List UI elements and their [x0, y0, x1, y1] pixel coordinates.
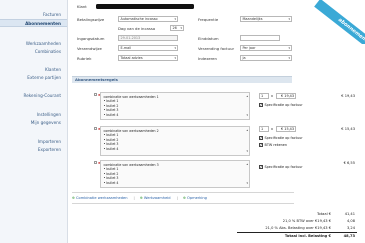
verzendwijze-select[interactable]: E-mail ▾	[118, 45, 178, 51]
line-2-x: x	[271, 127, 274, 131]
chevron-down-icon: ▾	[174, 46, 176, 50]
verzendwijze-label: Verzendwijze	[77, 46, 102, 51]
line-3-spec-checkbox[interactable]: Specificatie op factuur	[259, 164, 303, 169]
line-2-bullet: • bullet 4	[103, 146, 119, 151]
abonnementsregels-header: Abonnementsregels	[72, 76, 292, 83]
sidebar-item-abonnementen[interactable]: Abonnementen	[0, 19, 67, 27]
sidebar-item-importeren[interactable]: Importeren	[38, 139, 61, 144]
drag-handle-icon[interactable]	[94, 161, 97, 164]
add-opmerking-link[interactable]: Opmerking	[187, 196, 207, 200]
scrollbar[interactable]: ▴ ▾	[244, 162, 248, 186]
line-2-amount: € 15,43	[341, 127, 355, 131]
totaal-row: Totaal €41,41	[316, 212, 355, 216]
line-1-text[interactable]: combinatie van werkzaamheden 1 • bullet …	[100, 92, 250, 120]
line-1-price[interactable]: € 19,43	[276, 93, 296, 99]
plus-icon: ⊕	[139, 196, 143, 200]
verzending-factuur-select[interactable]: Per jaar ▾	[240, 45, 292, 51]
sidebar-item-exporteren[interactable]: Exporteren	[38, 147, 61, 152]
chevron-down-icon: ▾	[288, 46, 290, 50]
indexeren-label: Indexeren	[198, 56, 217, 61]
line-2-text[interactable]: combinatie van werkzaamheden 2 • bullet …	[100, 126, 250, 156]
verzending-factuur-label: Verzending factuur	[198, 46, 235, 51]
chevron-down-icon: ▾	[246, 181, 248, 186]
scrollbar[interactable]: ▴ ▾	[244, 128, 248, 154]
dag-label: Dag van de incasso	[118, 26, 156, 31]
chevron-down-icon: ▾	[180, 26, 182, 30]
line-1-bullet: • bullet 4	[103, 112, 119, 117]
divider	[72, 203, 294, 204]
total-rule	[237, 232, 357, 233]
sidebar-item-rekening-courant[interactable]: Rekening-Courant	[23, 93, 61, 98]
add-combinatie-link[interactable]: Combinatie werkzaamheden	[76, 196, 128, 200]
chevron-down-icon: ▾	[174, 17, 176, 21]
chevron-down-icon: ▾	[288, 17, 290, 21]
line-2-price[interactable]: € 15,43	[276, 126, 296, 132]
betalingswijze-select[interactable]: Automatische incasso ▾	[118, 16, 178, 22]
indexeren-select[interactable]: Ja ▾	[240, 55, 292, 61]
chevron-up-icon: ▴	[246, 94, 248, 98]
separator: |	[176, 196, 178, 200]
line-1-amount: € 19,43	[341, 94, 355, 98]
frequentie-select[interactable]: Maandelijks ▾	[240, 16, 292, 22]
line-2-spec-checkbox[interactable]: Specificatie op factuur	[259, 135, 303, 140]
sidebar-item-klanten[interactable]: Klanten	[45, 67, 61, 72]
chevron-down-icon: ▾	[288, 56, 290, 60]
sidebar-item-facturen[interactable]: Facturen	[43, 12, 61, 17]
einddatum-field[interactable]	[240, 35, 280, 41]
drag-handle-icon[interactable]	[94, 127, 97, 130]
line-3-text[interactable]: combinatie van werkzaamheden 3 • bullet …	[100, 160, 250, 188]
line-2-btw-checkbox[interactable]: BTW rekenen	[259, 142, 287, 147]
chevron-up-icon: ▴	[246, 128, 248, 132]
line-2-quantity[interactable]: 1	[259, 126, 269, 132]
checkbox-checked-icon	[259, 135, 263, 140]
frequentie-label: Frequentie	[198, 17, 219, 22]
plus-icon: ⊕	[72, 196, 76, 200]
rubriek-select[interactable]: Totaal advies ▾	[118, 55, 178, 61]
add-werkzaamheid-link[interactable]: Werkzaamheid	[144, 196, 171, 200]
ribbon: abonnement	[305, 0, 365, 44]
checkbox-checked-icon	[259, 102, 263, 107]
plus-icon: ⊕	[182, 196, 186, 200]
abs-belasting-row: 21,0 % Abs. Belasting over €19,43 €3,24	[265, 226, 355, 230]
sidebar-item-externe-partijen[interactable]: Externe partijen	[27, 75, 61, 80]
chevron-down-icon: ▾	[246, 149, 248, 154]
line-3-amount: € 6,55	[343, 161, 355, 165]
scrollbar[interactable]: ▴ ▾	[244, 94, 248, 118]
chevron-down-icon: ▾	[246, 113, 248, 118]
sidebar-item-werkzaamheden[interactable]: Werkzaamheden	[26, 41, 61, 46]
ingangsdatum-label: Ingangsdatum	[77, 36, 105, 41]
line-1-quantity[interactable]: 1	[259, 93, 269, 99]
chevron-up-icon: ▴	[246, 162, 248, 166]
dag-select[interactable]: 26 ▾	[170, 25, 184, 31]
sidebar-item-instellingen[interactable]: Instellingen	[37, 112, 61, 117]
ingangsdatum-field[interactable]: 29-01-2013	[118, 35, 178, 41]
ribbon-label: abonnement	[314, 0, 365, 44]
line-3-bullet: • bullet 4	[103, 180, 119, 185]
checkbox-checked-icon	[259, 142, 263, 147]
totaal-incl-row: Totaal incl. Belasting €48,73	[284, 234, 355, 238]
einddatum-label: Einddatum	[198, 36, 219, 41]
separator: |	[133, 196, 135, 200]
betalingswijze-label: Betalingswijze	[77, 17, 105, 22]
klant-label: Klant	[77, 4, 87, 9]
sidebar-item-mijn-gegevens[interactable]: Mijn gegevens	[31, 120, 61, 125]
add-links: ⊕Combinatie werkzaamheden | ⊕Werkzaamheid…	[72, 196, 213, 200]
checkbox-checked-icon	[259, 164, 263, 169]
line-1-spec-checkbox[interactable]: Specificatie op factuur	[259, 102, 303, 107]
klant-name-redacted	[96, 4, 194, 9]
rubriek-label: Rubriek	[77, 56, 92, 61]
chevron-down-icon: ▾	[174, 56, 176, 60]
line-1-x: x	[271, 94, 274, 98]
sidebar-item-combinaties[interactable]: Combinaties	[35, 49, 61, 54]
btw-row: 21,0 % BTW over €19,43 €4,08	[282, 219, 355, 223]
divider	[72, 192, 294, 193]
sidebar: Facturen Abonnementen Werkzaamheden Comb…	[0, 0, 68, 243]
drag-handle-icon[interactable]	[94, 93, 97, 96]
